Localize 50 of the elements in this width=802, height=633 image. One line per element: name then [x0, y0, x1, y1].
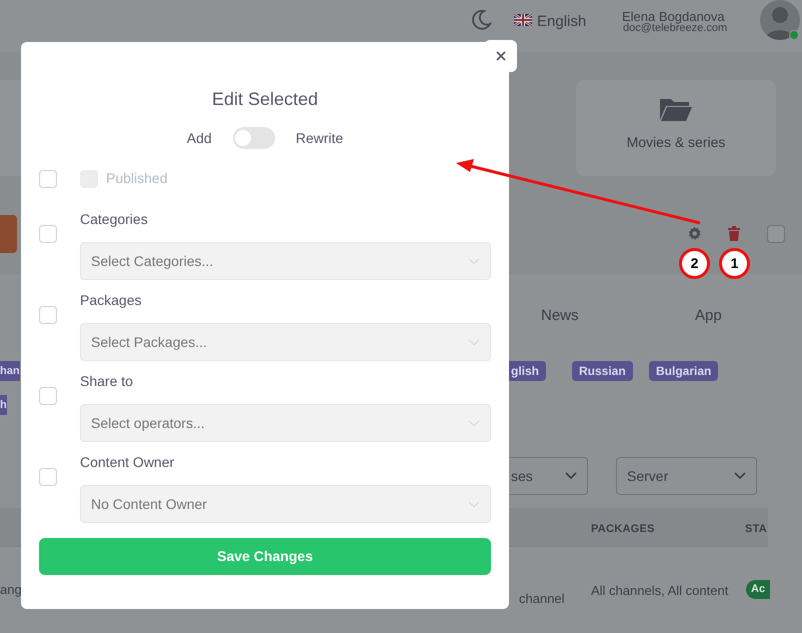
chevron-down-icon: [734, 472, 746, 480]
row-checkbox[interactable]: [39, 387, 57, 405]
tag: Russian: [572, 361, 633, 381]
dropdown-value: ses: [511, 466, 533, 486]
mode-toggle[interactable]: [232, 127, 275, 149]
select-field[interactable]: Select operators...: [80, 404, 491, 442]
tag: glish: [509, 361, 546, 381]
row-checkbox[interactable]: [39, 225, 57, 243]
settings-icon[interactable]: [687, 226, 702, 241]
field-label: Content Owner: [80, 453, 176, 472]
user-name: Elena Bogdanova: [622, 8, 725, 24]
action-button[interactable]: [0, 215, 17, 253]
language-selector[interactable]: English: [537, 11, 586, 34]
avatar[interactable]: [760, 0, 800, 40]
tag: h: [0, 395, 7, 415]
column-header: PACKAGES: [591, 522, 655, 537]
card-label: Movies & series: [626, 133, 726, 152]
folder-icon: [659, 96, 693, 122]
table-cell-text: channel: [519, 590, 565, 608]
select-field[interactable]: Select Packages...: [80, 323, 491, 361]
column-header: STA: [745, 522, 768, 537]
select-field[interactable]: Select Categories...: [80, 242, 491, 280]
close-icon: [496, 51, 506, 61]
table-cell-text: ang: [0, 581, 22, 599]
select-all-checkbox[interactable]: [767, 225, 785, 243]
dropdown-value: Server: [627, 466, 668, 486]
moon-icon[interactable]: [470, 9, 492, 31]
tag: han: [0, 361, 20, 381]
tag: Bulgarian: [649, 361, 718, 381]
select-field[interactable]: No Content Owner: [80, 485, 491, 523]
field-label: Categories: [80, 210, 149, 229]
mode-label: Rewrite: [296, 128, 344, 148]
row-checkbox[interactable]: [39, 306, 57, 324]
tab[interactable]: App: [695, 305, 722, 328]
field-label: Share to: [80, 372, 134, 391]
flag-icon: [514, 14, 532, 26]
status-badge: Ac: [746, 580, 770, 599]
category-card[interactable]: Movies & series: [576, 80, 776, 176]
table-cell-text: All channels, All content: [591, 582, 728, 600]
delete-icon[interactable]: [727, 226, 741, 241]
chevron-down-icon: [565, 472, 577, 480]
field-label: Packages: [80, 291, 142, 310]
checkbox-label: Published: [106, 169, 168, 188]
modal-title: Edit Selected: [210, 88, 320, 111]
filter-dropdown[interactable]: Server: [616, 457, 757, 495]
user-email: doc@telebreeze.com: [623, 22, 728, 36]
save-button[interactable]: Save Changes: [39, 538, 491, 575]
row-checkbox[interactable]: [39, 468, 57, 486]
mode-label: Add: [186, 128, 212, 148]
tab[interactable]: News: [541, 305, 579, 328]
